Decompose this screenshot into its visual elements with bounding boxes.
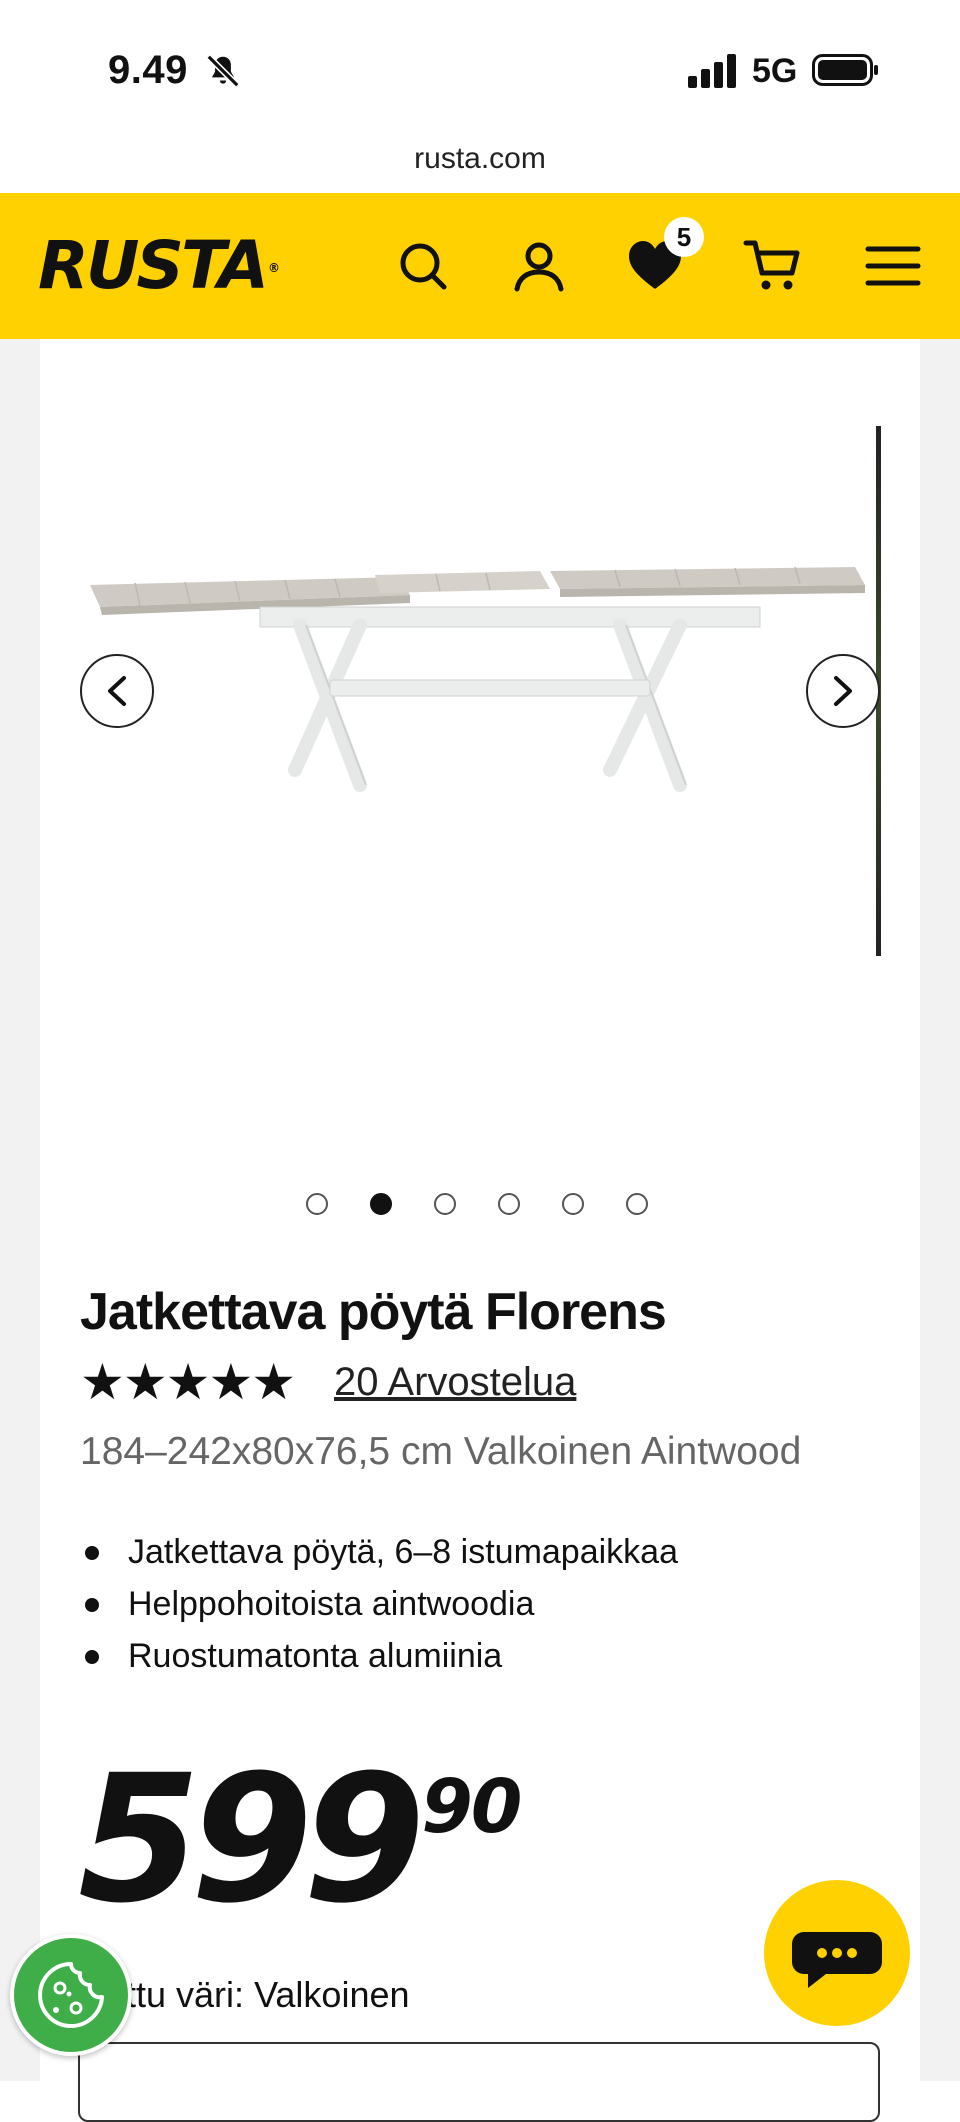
price-integer: 599	[78, 1737, 425, 1942]
gallery-dot[interactable]	[626, 1193, 648, 1215]
gallery-dot[interactable]	[434, 1193, 456, 1215]
gallery-dot-active[interactable]	[370, 1193, 392, 1215]
product-price: 59990	[78, 1752, 522, 1928]
status-bar: 9.49 5G	[0, 0, 960, 140]
cookie-settings-button[interactable]	[10, 1934, 132, 2056]
status-time: 9.49	[108, 48, 188, 92]
product-image-table	[90, 566, 865, 792]
feature-item: Helppohoitoista aintwoodia	[80, 1578, 678, 1630]
feature-item: Jatkettava pöytä, 6–8 istumapaikkaa	[80, 1526, 678, 1578]
reviews-link[interactable]: 20 Arvostelua	[334, 1360, 576, 1405]
cart-icon	[743, 240, 800, 290]
selected-color: ittu väri: Valkoinen	[118, 1974, 410, 2016]
bell-muted-icon	[206, 54, 240, 88]
color-label: ittu väri:	[118, 1974, 245, 2015]
product-title: Jatkettava pöytä Florens	[80, 1283, 667, 1341]
menu-icon	[865, 246, 921, 286]
cookie-icon	[38, 1962, 104, 2028]
url-text: rusta.com	[414, 142, 546, 175]
color-value: Valkoinen	[254, 1974, 410, 2015]
wishlist-count-badge: 5	[664, 217, 704, 257]
account-button[interactable]	[508, 235, 570, 297]
gallery-dot[interactable]	[306, 1193, 328, 1215]
menu-button[interactable]	[862, 235, 924, 297]
chevron-right-icon	[834, 676, 852, 706]
gallery-dot[interactable]	[562, 1193, 584, 1215]
search-icon	[400, 243, 447, 290]
gallery-prev-button[interactable]	[80, 654, 154, 728]
price-decimal: 90	[421, 1764, 522, 1850]
rusta-logo[interactable]: RUSTA ®	[38, 233, 280, 299]
gallery-dot[interactable]	[498, 1193, 520, 1215]
user-icon	[514, 242, 564, 292]
feature-list: Jatkettava pöytä, 6–8 istumapaikkaa Help…	[80, 1526, 678, 1682]
gallery-next-button[interactable]	[806, 654, 880, 728]
address-bar[interactable]: rusta.com	[0, 126, 960, 192]
chat-icon	[792, 1932, 882, 1988]
product-subtitle: 184–242x80x76,5 cm Valkoinen Aintwood	[80, 1430, 802, 1473]
cart-button[interactable]	[742, 235, 804, 297]
rating-stars: ★★★★★	[80, 1354, 296, 1410]
chevron-left-icon	[108, 676, 126, 706]
network-type: 5G	[752, 52, 798, 90]
chat-button[interactable]	[764, 1880, 910, 2026]
battery-icon	[812, 54, 878, 86]
search-button[interactable]	[392, 235, 454, 297]
site-header: RUSTA ® 5	[0, 193, 960, 339]
feature-item: Ruostumatonta alumiinia	[80, 1630, 678, 1682]
signal-icon	[688, 54, 736, 88]
color-select[interactable]	[78, 2042, 880, 2122]
